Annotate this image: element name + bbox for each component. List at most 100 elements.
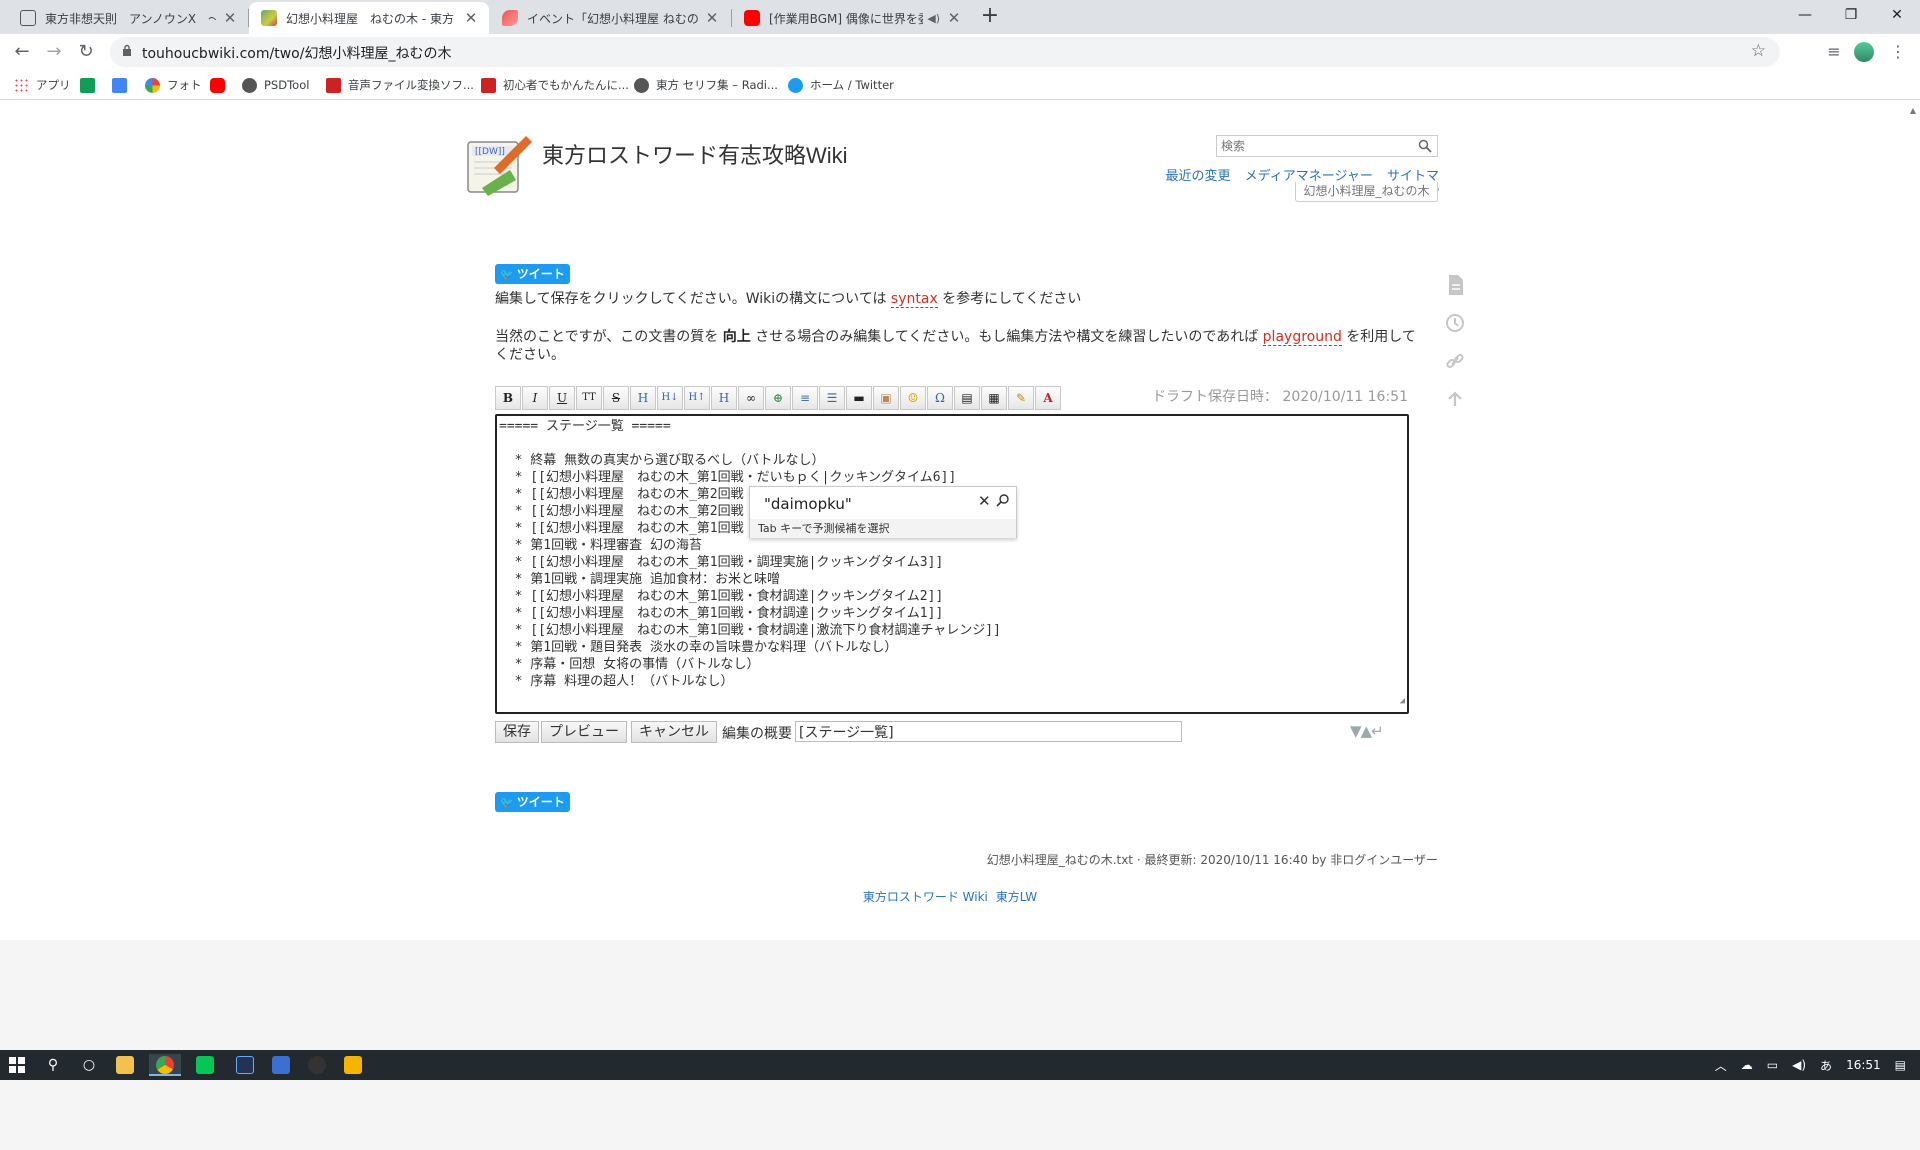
grow-editor-icon[interactable]: ▲ (1361, 722, 1373, 740)
summary-input[interactable] (795, 721, 1182, 742)
search-input[interactable] (1217, 136, 1407, 156)
scrollbar-up-arrow[interactable]: ▲ (1910, 106, 1916, 115)
bookmark-docs[interactable] (112, 76, 134, 94)
table-button[interactable]: ▤ (954, 386, 980, 410)
media-control-icon[interactable]: ≡ (1822, 40, 1846, 64)
tab-4[interactable]: [作業用BGM] 偶像に世界を委 ◀) ✕ (732, 2, 972, 34)
bookmark-sheets[interactable] (80, 76, 102, 94)
tweet-button[interactable]: 🐦 ツイート (495, 792, 570, 812)
preview-button[interactable]: プレビュー (541, 721, 627, 743)
ime-query-text[interactable]: "daimopku" (764, 495, 852, 513)
close-icon[interactable]: ✕ (463, 9, 479, 27)
notification-icon[interactable]: ▤ (1895, 1058, 1906, 1072)
shrink-editor-icon[interactable]: ▼ (1350, 722, 1362, 740)
tweet-button[interactable]: 🐦 ツイート (495, 264, 570, 284)
image-button[interactable]: ▣ (873, 386, 899, 410)
close-icon[interactable]: ✕ (978, 492, 991, 510)
document-icon[interactable] (1442, 272, 1468, 298)
maximize-button[interactable]: ❐ (1828, 0, 1874, 30)
app-taskbar-icon[interactable] (229, 1054, 261, 1076)
minimize-button[interactable]: — (1782, 0, 1828, 30)
tab-3[interactable]: イベント「幻想小料理屋 ねむの木」開 ✕ (490, 2, 730, 34)
image-app-taskbar-icon[interactable] (265, 1054, 297, 1076)
ime-mode-indicator[interactable]: あ (1820, 1057, 1832, 1074)
bookmark-audio-converter[interactable]: 音声ファイル変換ソフ... (326, 76, 474, 94)
bookmark-psdtool[interactable]: PSDTool (242, 76, 309, 94)
save-button[interactable]: 保存 (495, 721, 539, 743)
close-window-button[interactable]: ✕ (1874, 0, 1920, 30)
syntax-link[interactable]: syntax (890, 291, 938, 308)
bookmark-youtube[interactable] (210, 76, 232, 94)
wiki-text-editor[interactable]: ===== ステージ一覧 ===== * 終幕 無数の真実から選び取るべし（バト… (495, 414, 1409, 714)
bookmark-touhou-lines[interactable]: 東方 セリフ集 – Radi... (634, 76, 778, 94)
chrome-taskbar-icon[interactable] (149, 1054, 181, 1076)
playground-link[interactable]: playground (1262, 329, 1342, 346)
backlinks-icon[interactable] (1442, 348, 1468, 374)
twitter-bird-icon: 🐦 (500, 268, 514, 281)
horizontal-rule-button[interactable]: ▬ (846, 386, 872, 410)
start-button[interactable] (5, 1054, 29, 1076)
heading-menu-button[interactable]: H (711, 386, 737, 410)
new-tab-button[interactable]: + (977, 4, 1003, 30)
site-title[interactable]: 東方ロストワード有志攻略Wiki (542, 138, 848, 170)
back-to-top-icon[interactable] (1442, 386, 1468, 412)
line-taskbar-icon[interactable] (189, 1054, 221, 1076)
onedrive-icon[interactable]: ☁ (1741, 1058, 1753, 1072)
tab-2[interactable]: 幻想小料理屋 ねむの木 - 東方 ✕ (249, 2, 489, 34)
search-icon[interactable] (996, 493, 1010, 507)
bookmark-beginner[interactable]: 初心者でもかんたんに... (481, 76, 629, 94)
dokuwiki-tab-icon (261, 10, 277, 26)
editor-line: * [[幻想小料理屋 ねむの木_第1回戦・食材調達|激流下り食材調達チャレンジ]… (499, 623, 1001, 638)
profile-avatar[interactable] (1852, 40, 1876, 64)
bookmark-twitter[interactable]: ホーム / Twitter (788, 76, 894, 94)
back-button[interactable]: ← (8, 38, 36, 66)
forward-button[interactable]: → (40, 38, 68, 66)
close-icon[interactable]: ✕ (704, 9, 720, 27)
explorer-taskbar-icon[interactable] (113, 1054, 137, 1076)
ordered-list-button[interactable]: ≡ (792, 386, 818, 410)
footer-lw-link[interactable]: 東方LW (996, 890, 1037, 904)
notes-app-taskbar-icon[interactable] (337, 1054, 369, 1076)
strike-button[interactable]: S (603, 386, 629, 410)
media-app-taskbar-icon[interactable] (301, 1054, 333, 1076)
tray-expand-icon[interactable]: ︿ (1715, 1057, 1727, 1074)
footer-wiki-link[interactable]: 東方ロストワード Wiki (863, 890, 988, 904)
smiley-button[interactable]: ☺ (900, 386, 926, 410)
underline-button[interactable]: U (549, 386, 575, 410)
menu-icon[interactable]: ⋮ (1886, 40, 1910, 64)
link-button[interactable]: ∞ (738, 386, 764, 410)
bookmark-apps[interactable]: アプリ (14, 76, 71, 94)
heading-lower-button[interactable]: H↓ (657, 386, 683, 410)
search-icon[interactable]: ⚲ (41, 1054, 65, 1076)
monospace-button[interactable]: TT (576, 386, 602, 410)
history-icon[interactable] (1442, 310, 1468, 336)
close-icon[interactable]: ✕ (946, 9, 962, 27)
italic-button[interactable]: I (522, 386, 548, 410)
unordered-list-button[interactable]: ☰ (819, 386, 845, 410)
heading-same-button[interactable]: H (630, 386, 656, 410)
clock[interactable]: 16:51 (1846, 1058, 1881, 1072)
tab-1[interactable]: 東方非想天則 アンノウンX ～ U ✕ (8, 2, 248, 34)
network-icon[interactable]: ▭ (1767, 1058, 1778, 1072)
task-view-icon[interactable]: ○ (77, 1054, 101, 1076)
bookmark-star-icon[interactable]: ☆ (1751, 41, 1766, 61)
volume-icon[interactable]: ◀) (1792, 1058, 1806, 1072)
search-icon[interactable] (1418, 139, 1432, 153)
heading-higher-button[interactable]: H↑ (684, 386, 710, 410)
bookmark-photos[interactable]: フォト (145, 76, 202, 94)
external-link-button[interactable]: ⊕ (765, 386, 791, 410)
photos-icon (145, 77, 160, 93)
audio-playing-icon[interactable]: ◀) (927, 12, 940, 25)
cancel-button[interactable]: キャンセル (631, 721, 717, 743)
bold-button[interactable]: B (495, 386, 521, 410)
wrap-toggle-icon[interactable]: ↵ (1371, 722, 1384, 740)
address-bar[interactable]: touhoucbwiki.com/two/幻想小料理屋_ねむの木 ☆ (110, 37, 1780, 67)
recent-changes-link[interactable]: 最近の変更 (1166, 169, 1231, 184)
dokuwiki-logo[interactable]: [[DW]] (464, 128, 534, 198)
browser-toolbar: ← → ↻ touhoucbwiki.com/two/幻想小料理屋_ねむの木 ☆… (0, 34, 1920, 70)
close-icon[interactable]: ✕ (222, 9, 238, 27)
reload-button[interactable]: ↻ (72, 38, 100, 66)
special-chars-button[interactable]: Ω (927, 386, 953, 410)
breadcrumb[interactable]: 幻想小料理屋_ねむの木 (1295, 182, 1438, 202)
resize-grip-icon[interactable]: ◢ (1400, 693, 1405, 710)
